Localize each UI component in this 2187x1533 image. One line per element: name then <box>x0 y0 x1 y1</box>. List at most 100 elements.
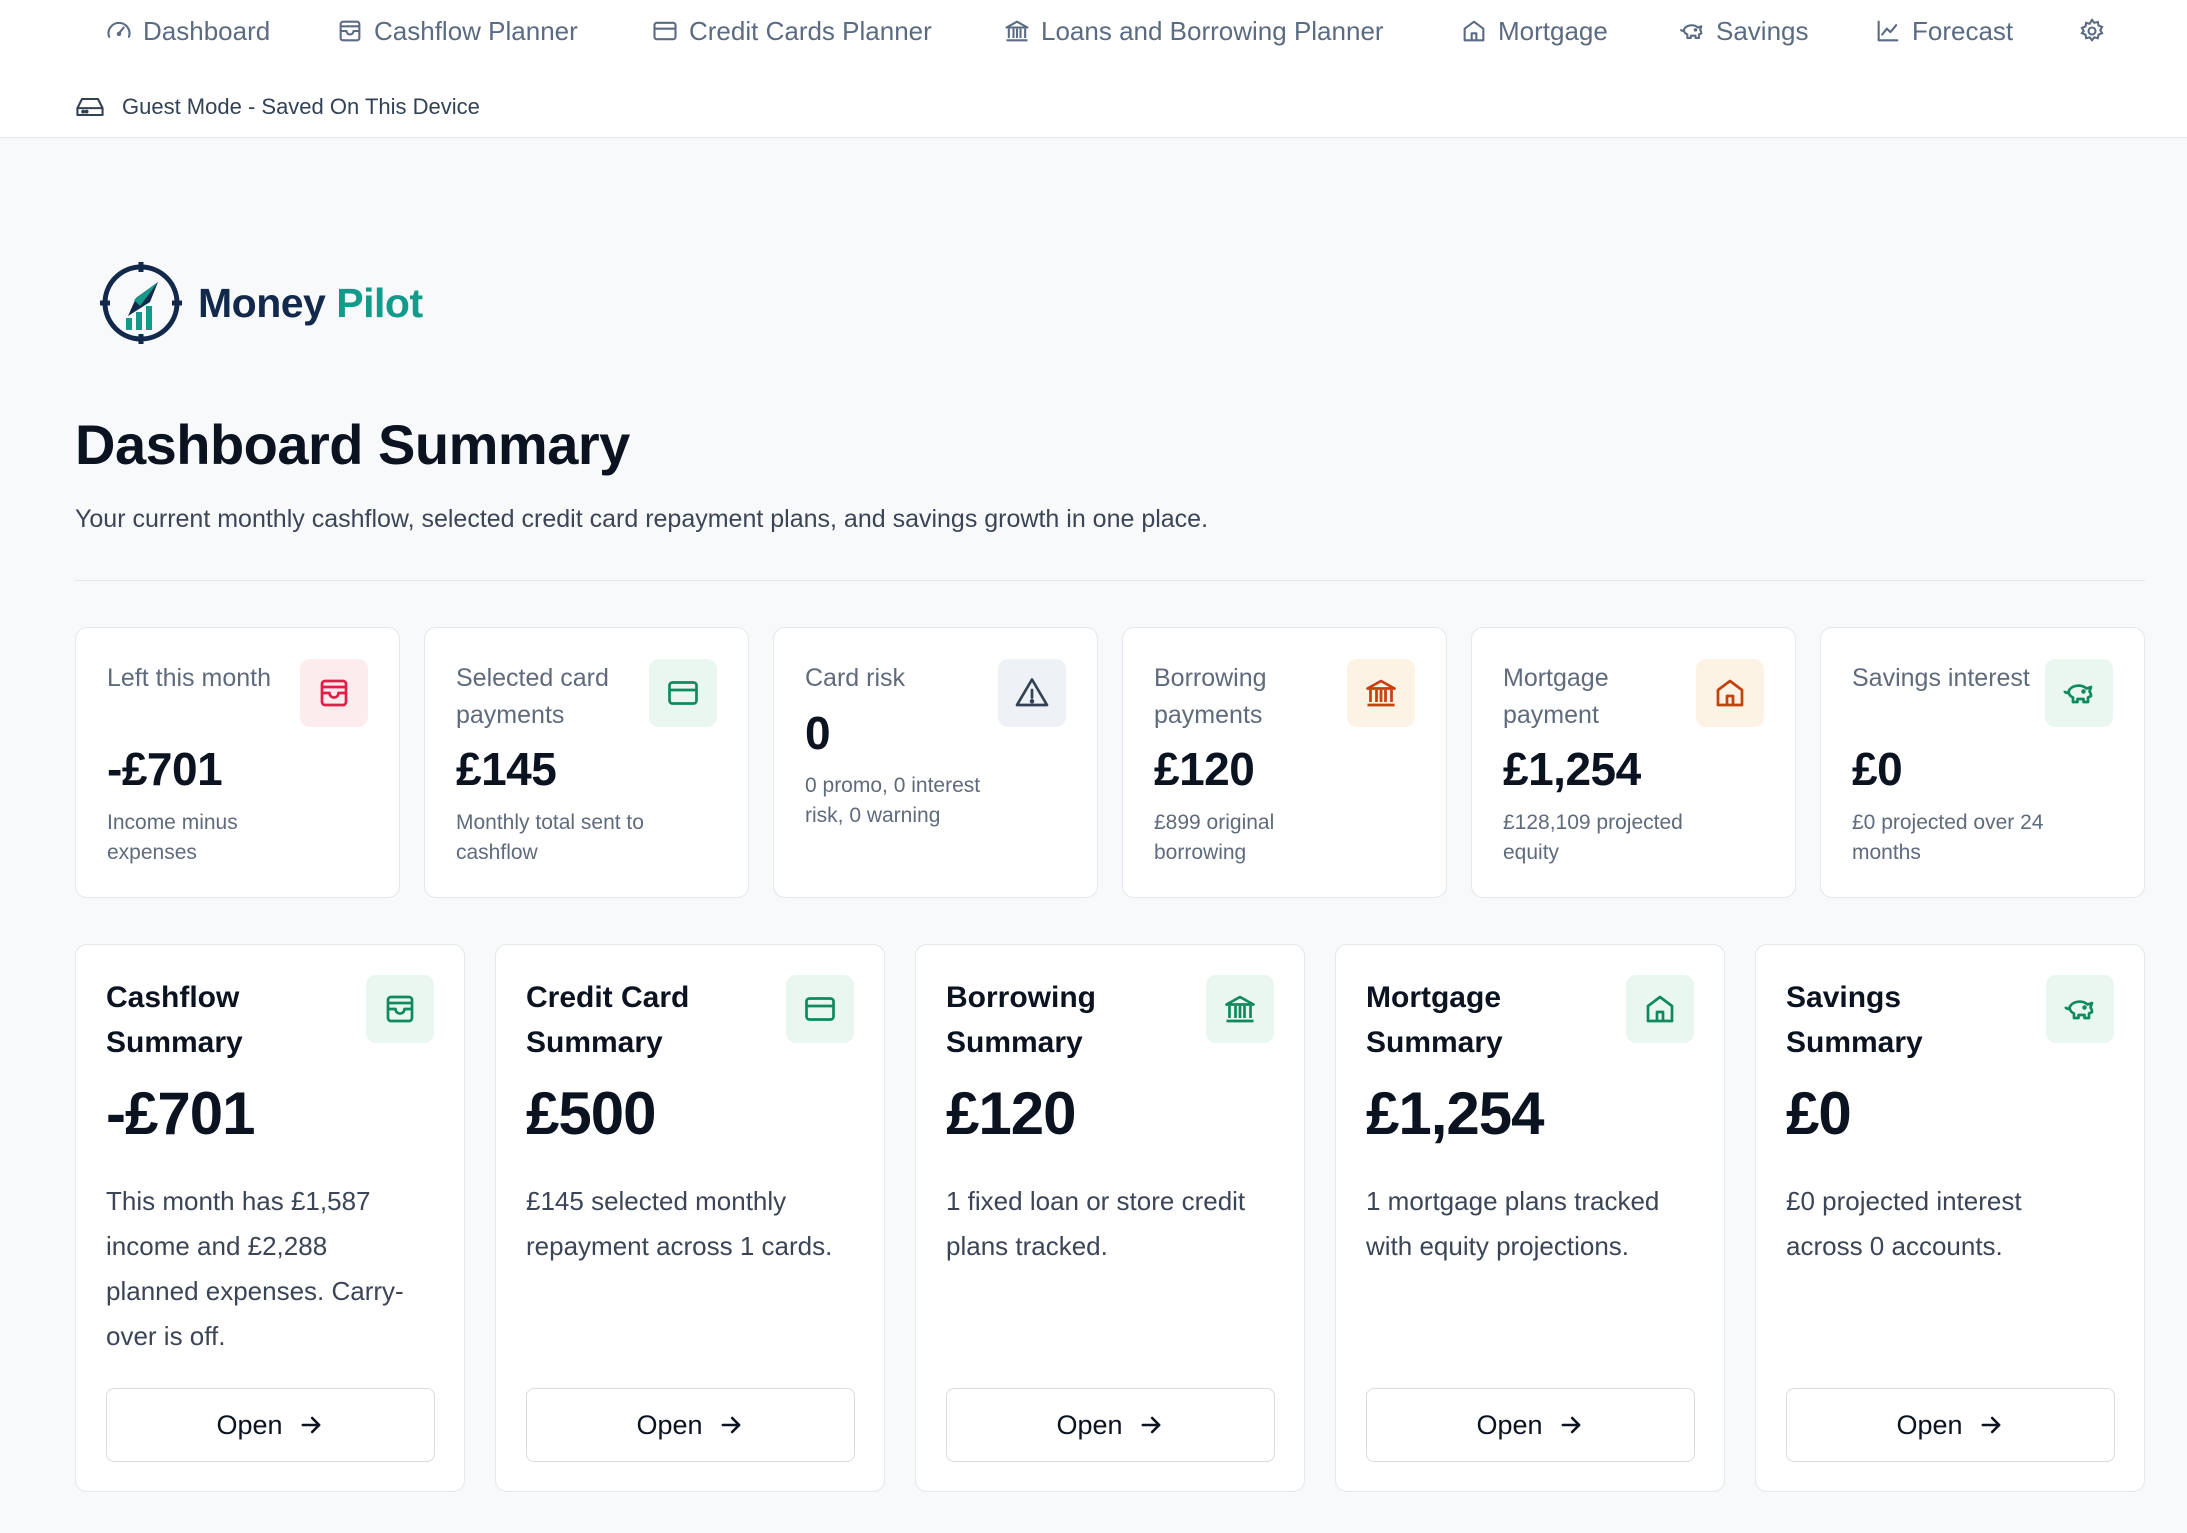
stat-icon-badge <box>998 659 1066 727</box>
stat-card-selected-card-payments: Selected card payments £145 Monthly tota… <box>424 627 749 898</box>
piggy-bank-icon <box>2063 684 2093 704</box>
card-title: Credit Card Summary <box>526 981 690 1059</box>
brand-logo[interactable]: Money Pilot <box>96 258 423 348</box>
gear-icon <box>2080 18 2104 42</box>
nav-item-dashboard[interactable]: Dashboard <box>105 14 270 48</box>
warning-triangle-icon <box>1015 678 1049 707</box>
gauge-icon <box>107 21 131 38</box>
page-title: Dashboard Summary <box>75 413 630 476</box>
card-value: -£701 <box>106 1080 255 1147</box>
card-title: Savings Summary <box>1786 981 1923 1059</box>
arrow-right-icon <box>1981 1416 2000 1434</box>
stat-note: 0 promo, 0 interest risk, 0 warning <box>805 774 981 827</box>
card-title: Mortgage Summary <box>1366 981 1503 1059</box>
arrow-right-icon <box>1141 1416 1160 1434</box>
card-icon-badge <box>366 975 434 1043</box>
stat-icon-badge <box>649 659 717 727</box>
card-value: £0 <box>1786 1080 1852 1147</box>
line-chart-icon <box>1877 20 1899 42</box>
stat-label: Card risk <box>805 664 906 692</box>
stat-card-left-this-month: Left this month -£701 Income minus expen… <box>75 627 400 898</box>
open-button-label: Open <box>636 1409 703 1440</box>
stat-note: £128,109 projected equity <box>1503 811 1683 864</box>
bank-icon <box>1225 995 1255 1023</box>
stat-icon-badge <box>1696 659 1764 727</box>
stat-note: £899 original borrowing <box>1154 811 1275 864</box>
nav-label: Forecast <box>1912 15 2014 46</box>
nav-item-cashflow-planner[interactable]: Cashflow Planner <box>336 14 578 48</box>
nav-label: Cashflow Planner <box>374 15 578 46</box>
stat-value: -£701 <box>107 743 223 795</box>
page-subtitle: Your current monthly cashflow, selected … <box>75 505 1209 533</box>
stat-note: Income minus expenses <box>107 811 238 864</box>
arrow-right-icon <box>1561 1416 1580 1434</box>
card-description: This month has £1,587 income and £2,288 … <box>106 1186 404 1351</box>
credit-card-icon <box>653 21 677 41</box>
bank-icon <box>1005 20 1029 42</box>
nav-label: Mortgage <box>1498 15 1608 46</box>
stat-icon-badge <box>2045 659 2113 727</box>
nav-label: Credit Cards Planner <box>689 15 932 46</box>
stat-card-savings-interest: Savings interest £0 £0 projected over 24… <box>1820 627 2145 898</box>
nav-label: Loans and Borrowing Planner <box>1041 15 1384 46</box>
compass-chart-logo <box>100 262 182 344</box>
card-value: £500 <box>526 1080 656 1147</box>
card-icon-badge <box>786 975 854 1043</box>
stat-card-borrowing-payments: Borrowing payments £120 £899 original bo… <box>1122 627 1447 898</box>
open-mortgage-button[interactable]: Open <box>1366 1388 1695 1462</box>
card-title: Cashflow Summary <box>106 981 243 1059</box>
wallet-icon <box>386 995 414 1023</box>
wallet-icon <box>320 679 348 707</box>
card-description: £0 projected interest across 0 accounts. <box>1786 1186 2022 1261</box>
stat-label: Mortgage payment <box>1503 664 1609 729</box>
stat-label: Borrowing payments <box>1154 664 1267 729</box>
open-borrowing-button[interactable]: Open <box>946 1388 1275 1462</box>
open-button-label: Open <box>1896 1409 1963 1440</box>
open-cashflow-button[interactable]: Open <box>106 1388 435 1462</box>
open-button-label: Open <box>1056 1409 1123 1440</box>
card-description: 1 fixed loan or store credit plans track… <box>946 1186 1246 1261</box>
piggy-bank-icon <box>2064 1000 2094 1020</box>
nav-label: Dashboard <box>143 15 271 46</box>
card-description: £145 selected monthly repayment across 1… <box>526 1186 833 1261</box>
nav-label: Savings <box>1716 15 1809 46</box>
stat-icon-badge <box>1347 659 1415 727</box>
open-credit-card-button[interactable]: Open <box>526 1388 855 1462</box>
open-button-label: Open <box>1476 1409 1543 1440</box>
card-title: Borrowing Summary <box>946 981 1096 1059</box>
nav-item-loans-and-borrowing-planner[interactable]: Loans and Borrowing Planner <box>1003 14 1384 48</box>
card-icon-badge <box>1206 975 1274 1043</box>
house-icon <box>1463 20 1485 42</box>
stat-icon-badge <box>300 659 368 727</box>
nav-item-savings[interactable]: Savings <box>1678 14 1809 48</box>
summary-card-borrowing: Borrowing Summary £120 1 fixed loan or s… <box>915 944 1305 1492</box>
nav-item-credit-cards-planner[interactable]: Credit Cards Planner <box>651 14 932 48</box>
credit-card-icon <box>668 681 698 705</box>
card-value: £1,254 <box>1366 1080 1545 1147</box>
card-value: £120 <box>946 1080 1076 1147</box>
stat-value: £145 <box>456 743 557 795</box>
open-savings-button[interactable]: Open <box>1786 1388 2115 1462</box>
arrow-right-icon <box>301 1416 320 1434</box>
stat-value: £1,254 <box>1503 743 1641 795</box>
stat-label: Savings interest <box>1852 664 2030 692</box>
wallet-icon <box>339 20 361 42</box>
brand-name-part2: Pilot <box>336 279 423 326</box>
nav-item-forecast[interactable]: Forecast <box>1874 14 2013 48</box>
top-bar: Dashboard Cashflow Planner Credit Cards … <box>0 0 2187 138</box>
nav-item-mortgage[interactable]: Mortgage <box>1460 14 1608 48</box>
summary-card-savings: Savings Summary £0 £0 projected interest… <box>1755 944 2145 1492</box>
stat-value: 0 <box>805 707 831 759</box>
divider <box>75 580 2145 581</box>
hard-drive-icon <box>76 97 104 117</box>
bank-icon <box>1366 679 1396 707</box>
stat-label: Left this month <box>107 664 271 692</box>
stat-card-card-risk: Card risk 0 0 promo, 0 interest risk, 0 … <box>773 627 1098 898</box>
settings-button[interactable] <box>2078 14 2106 48</box>
brand-name-part1: Money <box>198 279 326 326</box>
stat-value: £120 <box>1154 743 1255 795</box>
piggy-bank-icon <box>1679 24 1703 40</box>
open-button-label: Open <box>216 1409 283 1440</box>
guest-mode-label: Guest Mode - Saved On This Device <box>122 94 480 119</box>
guest-mode-indicator: Guest Mode - Saved On This Device <box>74 92 480 122</box>
